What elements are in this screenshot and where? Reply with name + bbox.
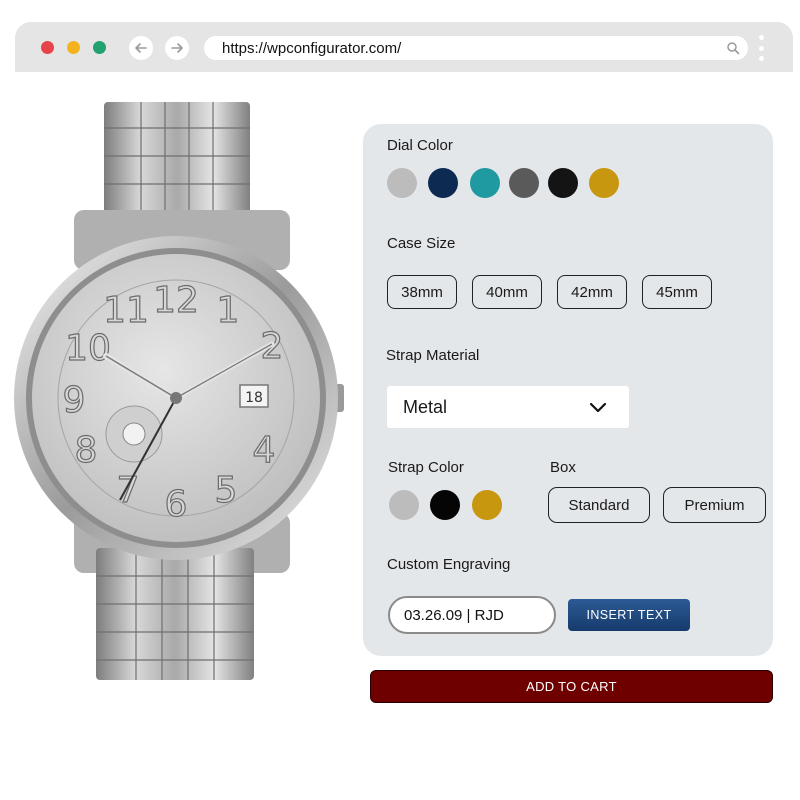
dial-color-swatch-silver[interactable] <box>387 168 417 198</box>
svg-text:11: 11 <box>103 290 149 331</box>
box-premium-button[interactable]: Premium <box>663 487 766 523</box>
dial-color-swatch-gold[interactable] <box>589 168 619 198</box>
strap-material-label: Strap Material <box>386 347 480 364</box>
svg-text:8: 8 <box>75 430 98 471</box>
case-size-40mm-button[interactable]: 40mm <box>472 275 542 309</box>
case-size-42mm-button[interactable]: 42mm <box>557 275 627 309</box>
kebab-menu-icon[interactable] <box>757 35 765 61</box>
dial-color-swatch-black[interactable] <box>548 168 578 198</box>
address-bar[interactable]: https://wpconfigurator.com/ <box>204 36 748 60</box>
svg-text:1: 1 <box>217 290 240 331</box>
insert-text-button[interactable]: INSERT TEXT <box>568 599 690 631</box>
case-size-label: Case Size <box>387 235 456 252</box>
strap-color-swatch-black[interactable] <box>430 490 460 520</box>
svg-text:5: 5 <box>215 470 238 511</box>
svg-text:18: 18 <box>245 390 263 406</box>
minimize-dot[interactable] <box>67 41 80 54</box>
strap-color-swatch-silver[interactable] <box>389 490 419 520</box>
strap-color-label: Strap Color <box>388 459 464 476</box>
engraving-input[interactable]: 03.26.09 | RJD <box>388 596 556 634</box>
box-label: Box <box>550 459 576 476</box>
strap-color-swatch-gold[interactable] <box>472 490 502 520</box>
chevron-down-icon <box>589 402 607 413</box>
svg-text:9: 9 <box>63 380 86 421</box>
dial-color-swatch-gray[interactable] <box>509 168 539 198</box>
svg-text:12: 12 <box>153 280 199 321</box>
search-icon[interactable] <box>726 41 740 55</box>
svg-text:6: 6 <box>165 484 188 525</box>
engraving-input-value: 03.26.09 | RJD <box>404 607 504 624</box>
svg-text:4: 4 <box>253 430 276 471</box>
case-size-38mm-button[interactable]: 38mm <box>387 275 457 309</box>
forward-arrow-icon <box>171 43 183 53</box>
svg-text:7: 7 <box>117 470 140 511</box>
dial-color-swatch-navy[interactable] <box>428 168 458 198</box>
maximize-dot[interactable] <box>93 41 106 54</box>
dial-color-swatch-teal[interactable] <box>470 168 500 198</box>
back-arrow-icon <box>135 43 147 53</box>
close-dot[interactable] <box>41 41 54 54</box>
strap-material-value: Metal <box>403 397 448 417</box>
url-text: https://wpconfigurator.com/ <box>222 40 402 57</box>
configurator-panel: Dial Color Case Size 38mm 40mm 42mm 45mm… <box>363 124 773 656</box>
back-button[interactable] <box>129 36 153 60</box>
custom-engraving-label: Custom Engraving <box>387 556 511 573</box>
box-standard-button[interactable]: Standard <box>548 487 650 523</box>
dial-color-label: Dial Color <box>387 137 453 154</box>
silver-watch-image: 12 11 1 10 2 9 8 7 6 5 4 18 <box>14 102 344 680</box>
case-size-45mm-button[interactable]: 45mm <box>642 275 712 309</box>
add-to-cart-button[interactable]: ADD TO CART <box>370 670 773 703</box>
strap-material-select[interactable]: Metal <box>387 386 629 428</box>
forward-button[interactable] <box>165 36 189 60</box>
browser-toolbar: https://wpconfigurator.com/ <box>15 22 793 72</box>
svg-text:10: 10 <box>65 328 111 369</box>
